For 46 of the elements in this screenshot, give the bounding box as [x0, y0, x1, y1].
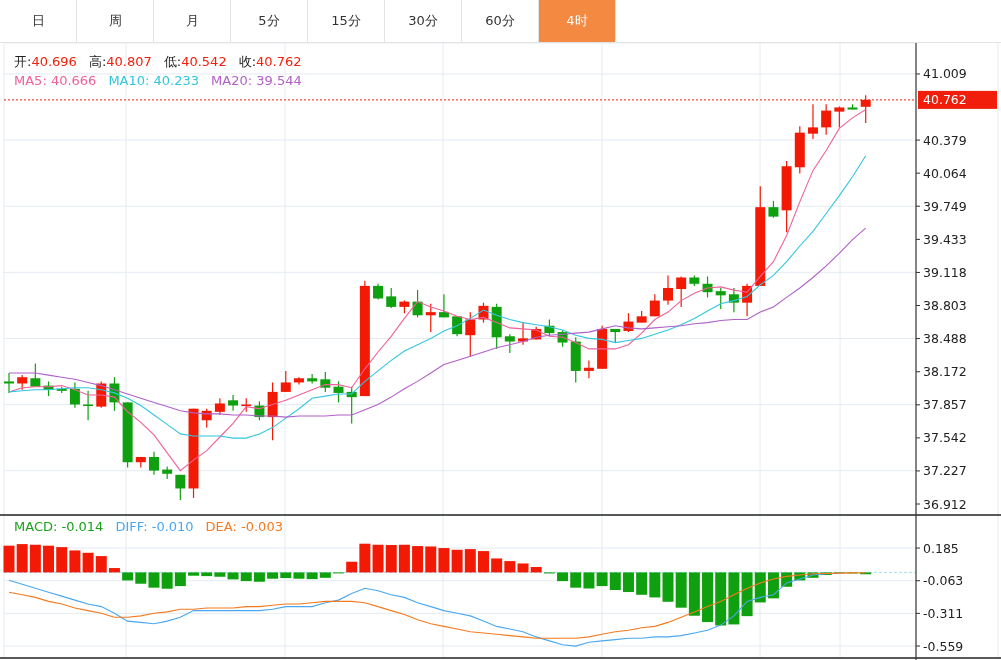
axis-tick-label: -0.559: [915, 638, 964, 654]
legend-label: MA5: 40.666: [14, 73, 97, 89]
axis-tick-label: -0.063: [915, 573, 964, 589]
axis-tick-label: 39.433: [915, 231, 967, 247]
y-tick-label: 39.749: [923, 198, 967, 214]
last-price-label: 40.762: [918, 90, 997, 109]
y-tick-label: 41.009: [923, 66, 967, 82]
axis-tick-label: 39.118: [915, 264, 967, 280]
y-tick-label: 37.227: [923, 463, 967, 479]
y-tick-label: 38.803: [923, 298, 967, 314]
y-tick-label: 0.185: [923, 540, 959, 556]
axis-tick-label: 38.803: [915, 298, 967, 313]
axis-tick-label: 37.857: [915, 397, 967, 413]
axis-tick-label: 40.379: [915, 132, 967, 148]
y-tick-label: 39.118: [923, 264, 967, 280]
quote-value: 低:40.542: [163, 54, 227, 70]
axis-tick-label: 37.542: [915, 430, 967, 446]
quote-value: 开:40.696: [14, 54, 77, 70]
axis-tick-label: 37.227: [915, 463, 967, 479]
y-tick-label: -0.559: [923, 638, 964, 654]
y-tick-label: 39.433: [923, 231, 967, 247]
legend-label: MA20: 39.544: [211, 73, 302, 89]
axis-tick-label: 40.064: [915, 165, 967, 181]
y-tick-label: 37.542: [923, 430, 967, 446]
axis-tick-label: 39.749: [915, 198, 967, 214]
y-tick-label: -0.063: [923, 573, 964, 589]
y-tick-label: 38.488: [923, 331, 967, 347]
quote-value: 高:40.807: [88, 54, 152, 70]
quote-value: 收:40.762: [238, 54, 302, 70]
legend-label: DEA: -0.003: [205, 519, 283, 535]
legend-label: DIFF: -0.010: [115, 519, 194, 535]
axis-tick-label: 0.185: [915, 540, 959, 556]
y-tick-label: 38.172: [923, 364, 967, 380]
axis-tick-label: 41.009: [915, 66, 967, 82]
legend-label: MACD: -0.014: [14, 519, 104, 535]
y-tick-label: 37.857: [923, 397, 967, 413]
axis-tick-label: 38.488: [915, 331, 967, 347]
y-tick-label: -0.311: [923, 605, 964, 621]
y-tick-label: 40.064: [923, 165, 967, 181]
axis-tick-label: 38.172: [915, 364, 967, 380]
legend-label: MA10: 40.233: [108, 73, 200, 89]
axis-tick-label: -0.311: [915, 605, 964, 621]
axis-tick-label: 36.912: [915, 496, 967, 512]
ref-line-label: 40.762: [923, 92, 967, 108]
y-tick-label: 40.379: [923, 132, 967, 148]
y-tick-label: 36.912: [923, 496, 967, 512]
